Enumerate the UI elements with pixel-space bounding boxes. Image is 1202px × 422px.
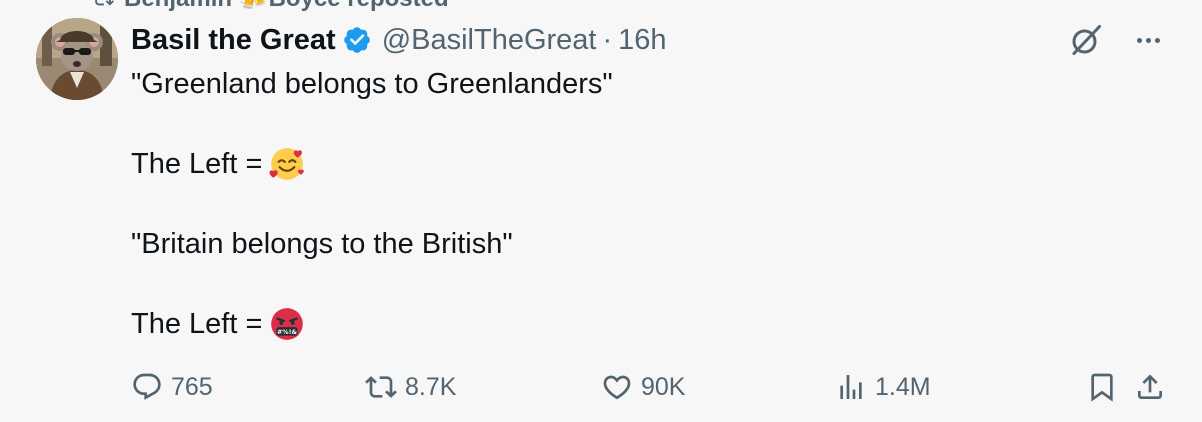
repost-count: 8.7K xyxy=(405,372,457,401)
tweet-line-text: The Left = xyxy=(131,308,263,340)
more-options-icon[interactable] xyxy=(1130,25,1166,55)
bookmark-button[interactable] xyxy=(1086,365,1118,409)
svg-text:#%!&: #%!& xyxy=(277,329,298,336)
tweet-line: The Left = #%!& xyxy=(131,304,1131,344)
tweet-actions: 765 8.7K 90K 1.4M xyxy=(131,365,1166,409)
author-handle[interactable]: @BasilTheGreat xyxy=(382,24,597,57)
tweet-line: "Britain belongs to the British" xyxy=(131,228,513,260)
tweet-line xyxy=(131,104,1131,144)
tweet-line-text: The Left = xyxy=(131,148,263,180)
tweet-text: "Greenland belongs to Greenlanders" The … xyxy=(131,64,1131,344)
views-button[interactable]: 1.4M xyxy=(835,365,931,409)
share-button[interactable] xyxy=(1134,365,1166,409)
repost-banner[interactable]: Benjamin 🍻Boyce reposted xyxy=(92,0,449,13)
author-name[interactable]: Basil the Great xyxy=(131,24,336,57)
repost-icon xyxy=(365,376,397,398)
tweet-header: Basil the Great @BasilTheGreat · 16h xyxy=(131,22,667,58)
reply-icon xyxy=(133,373,161,400)
grok-icon[interactable] xyxy=(1068,22,1104,58)
share-icon xyxy=(1138,374,1162,399)
tweet-line: "Greenland belongs to Greenlanders" xyxy=(131,68,613,100)
header-separator: · xyxy=(602,23,613,56)
tweet-timestamp[interactable]: 16h xyxy=(618,24,666,57)
like-button[interactable]: 90K xyxy=(601,365,685,409)
bookmark-icon xyxy=(1091,373,1113,402)
face-with-symbols-on-mouth-emoji: #%!& xyxy=(271,308,304,340)
tweet-line xyxy=(131,264,1131,304)
repost-icon xyxy=(95,0,114,6)
tweet-top-actions xyxy=(1068,22,1166,58)
avatar[interactable] xyxy=(36,18,118,100)
repost-text: Benjamin 🍻Boyce reposted xyxy=(124,0,449,13)
verified-badge-icon[interactable] xyxy=(342,25,372,55)
reply-button[interactable]: 765 xyxy=(131,365,213,409)
like-count: 90K xyxy=(641,372,686,401)
views-chart-icon xyxy=(840,375,862,399)
smiling-face-with-hearts-emoji xyxy=(269,148,305,180)
heart-icon xyxy=(603,375,631,400)
tweet-line xyxy=(131,184,1131,224)
tweet-line: The Left = xyxy=(131,144,1131,184)
views-count: 1.4M xyxy=(875,372,931,401)
repost-button[interactable]: 8.7K xyxy=(365,365,456,409)
reply-count: 765 xyxy=(171,372,213,401)
